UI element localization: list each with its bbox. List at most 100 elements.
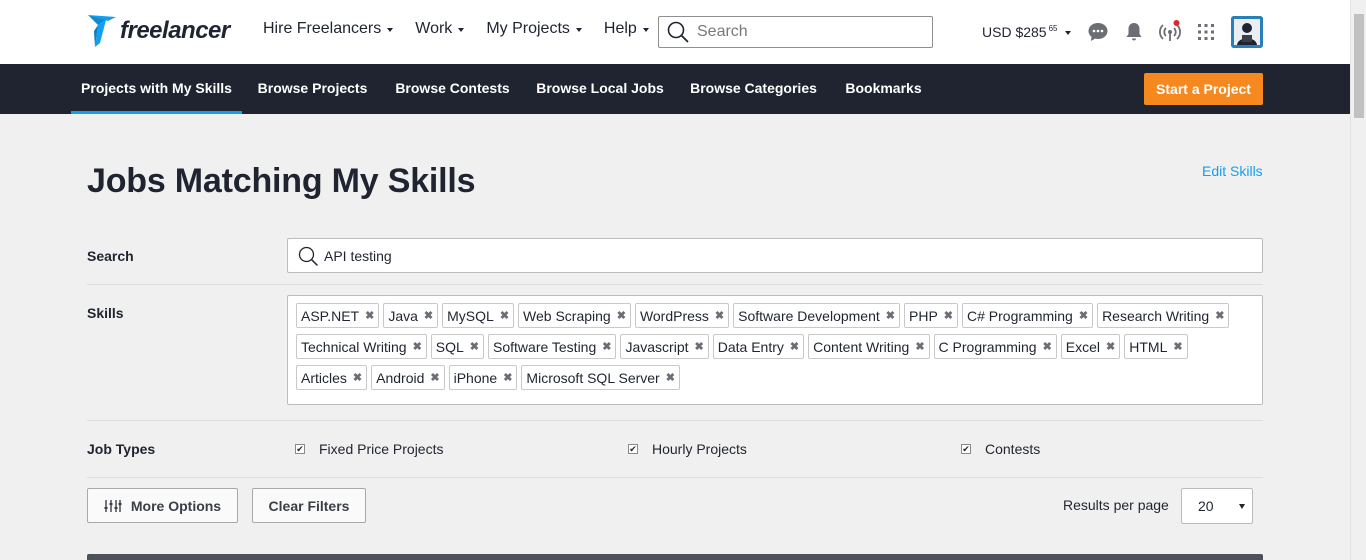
nav-work[interactable]: Work [415,20,465,38]
skill-chip-label: HTML [1129,338,1168,355]
header-search[interactable] [658,16,933,48]
chat-icon[interactable] [1086,20,1110,44]
skill-chip-label: Excel [1065,338,1101,355]
page-scrollbar[interactable] [1350,0,1366,560]
remove-skill-icon[interactable]: ✖ [470,340,479,353]
remove-skill-icon[interactable]: ✖ [1106,340,1115,353]
skill-chip: C# Programming ✖ [962,303,1094,328]
remove-skill-icon[interactable]: ✖ [1043,340,1052,353]
more-options-button[interactable]: More Options [87,488,238,523]
skill-chip-label: Software Testing [493,338,597,355]
clear-filters-button[interactable]: Clear Filters [252,488,366,523]
bell-icon[interactable] [1122,20,1146,44]
freelancer-logo[interactable]: freelancer [86,13,230,49]
sub-nav: Projects with My Skills Browse Projects … [0,64,1350,114]
fixed-price-checkbox[interactable]: ✔ [295,444,305,454]
remove-skill-icon[interactable]: ✖ [365,309,374,322]
skill-chip: Software Testing ✖ [488,334,617,359]
remove-skill-icon[interactable]: ✖ [430,371,439,384]
remove-skill-icon[interactable]: ✖ [602,340,611,353]
nav-hire-freelancers[interactable]: Hire Freelancers [263,20,394,38]
sliders-icon [104,499,122,512]
results-per-page-label: Results per page [1063,497,1169,513]
page-title: Jobs Matching My Skills [87,162,476,200]
skill-chip: Technical Writing ✖ [296,334,427,359]
tab-bookmarks[interactable]: Bookmarks [835,64,932,114]
skill-chip: HTML ✖ [1124,334,1188,359]
balance-amount: USD $285 [982,24,1047,40]
tab-browse-local-jobs[interactable]: Browse Local Jobs [527,64,673,114]
account-balance[interactable]: USD $285 65 [982,24,1071,40]
remove-skill-icon[interactable]: ✖ [503,371,512,384]
more-options-label: More Options [130,497,222,514]
skill-chip: Research Writing ✖ [1097,303,1230,328]
skill-chip-label: PHP [909,307,938,324]
job-types-label: Job Types [87,441,156,457]
skill-chip: Data Entry ✖ [712,334,805,359]
remove-skill-icon[interactable]: ✖ [1215,309,1224,322]
remove-skill-icon[interactable]: ✖ [500,309,509,322]
chevron-down-icon [575,27,582,32]
skill-chip-label: iPhone [453,369,498,386]
skill-chip: Web Scraping ✖ [518,303,631,328]
start-project-button[interactable]: Start a Project [1144,73,1263,105]
tab-projects-with-my-skills[interactable]: Projects with My Skills [71,64,242,114]
skills-label: Skills [87,305,124,321]
remove-skill-icon[interactable]: ✖ [695,340,704,353]
remove-skill-icon[interactable]: ✖ [1173,340,1182,353]
nav-work-label: Work [415,20,453,37]
skill-chip-label: Research Writing [1102,307,1210,324]
remove-skill-icon[interactable]: ✖ [944,309,953,322]
remove-skill-icon[interactable]: ✖ [353,371,362,384]
remove-skill-icon[interactable]: ✖ [790,340,799,353]
remove-skill-icon[interactable]: ✖ [666,371,675,384]
tab-browse-projects[interactable]: Browse Projects [248,64,377,114]
skill-chip: Excel ✖ [1060,334,1121,359]
skill-chip-label: Android [376,369,425,386]
hourly-checkbox[interactable]: ✔ [628,444,638,454]
job-search-field[interactable] [287,238,1263,273]
job-type-fixed-price[interactable]: ✔ Fixed Price Projects [295,441,443,457]
nav-hire-freelancers-label: Hire Freelancers [263,20,382,37]
results-per-page-value: 20 [1198,498,1214,514]
chevron-down-icon [1239,504,1245,509]
remove-skill-icon[interactable]: ✖ [1079,309,1088,322]
search-icon [298,246,318,266]
skill-chip: MySQL ✖ [442,303,515,328]
skills-field[interactable]: ASP.NET ✖ Java ✖ MySQL ✖ Web Scraping ✖ WordPres… [287,295,1263,405]
nav-help[interactable]: Help [604,20,649,38]
skill-chip-label: Javascript [625,338,689,355]
remove-skill-icon[interactable]: ✖ [886,309,895,322]
nav-my-projects[interactable]: My Projects [486,20,582,38]
contests-checkbox[interactable]: ✔ [961,444,971,454]
job-search-input[interactable] [324,247,1224,264]
freelancer-bird-icon [88,15,116,47]
apps-grid-icon[interactable] [1194,20,1218,44]
remove-skill-icon[interactable]: ✖ [413,340,422,353]
remove-skill-icon[interactable]: ✖ [715,309,724,322]
skill-chip-label: C Programming [938,338,1037,355]
results-header-bar [87,554,1263,560]
skill-chip: Android ✖ [371,365,445,390]
remove-skill-icon[interactable]: ✖ [424,309,433,322]
edit-skills-link[interactable]: Edit Skills [1202,163,1263,179]
skill-chip-label: MySQL [447,307,494,324]
tab-browse-categories[interactable]: Browse Categories [681,64,826,114]
avatar[interactable] [1231,16,1263,48]
skill-chip: Articles ✖ [296,365,368,390]
nav-help-label: Help [603,20,637,37]
skill-chip-label: Technical Writing [301,338,407,355]
scrollbar-thumb[interactable] [1354,14,1364,118]
skill-chip-label: C# Programming [967,307,1073,324]
tab-browse-contests[interactable]: Browse Contests [386,64,519,114]
remove-skill-icon[interactable]: ✖ [617,309,626,322]
remove-skill-icon[interactable]: ✖ [915,340,924,353]
user-avatar-icon [1231,16,1263,48]
job-type-hourly[interactable]: ✔ Hourly Projects [628,441,747,457]
header-search-input[interactable] [697,23,917,41]
search-label: Search [87,248,134,264]
skill-chip: WordPress ✖ [634,303,730,328]
signal-icon[interactable] [1158,20,1182,44]
results-per-page-select[interactable]: 20 [1181,488,1253,524]
job-type-contests[interactable]: ✔ Contests [961,441,1040,457]
